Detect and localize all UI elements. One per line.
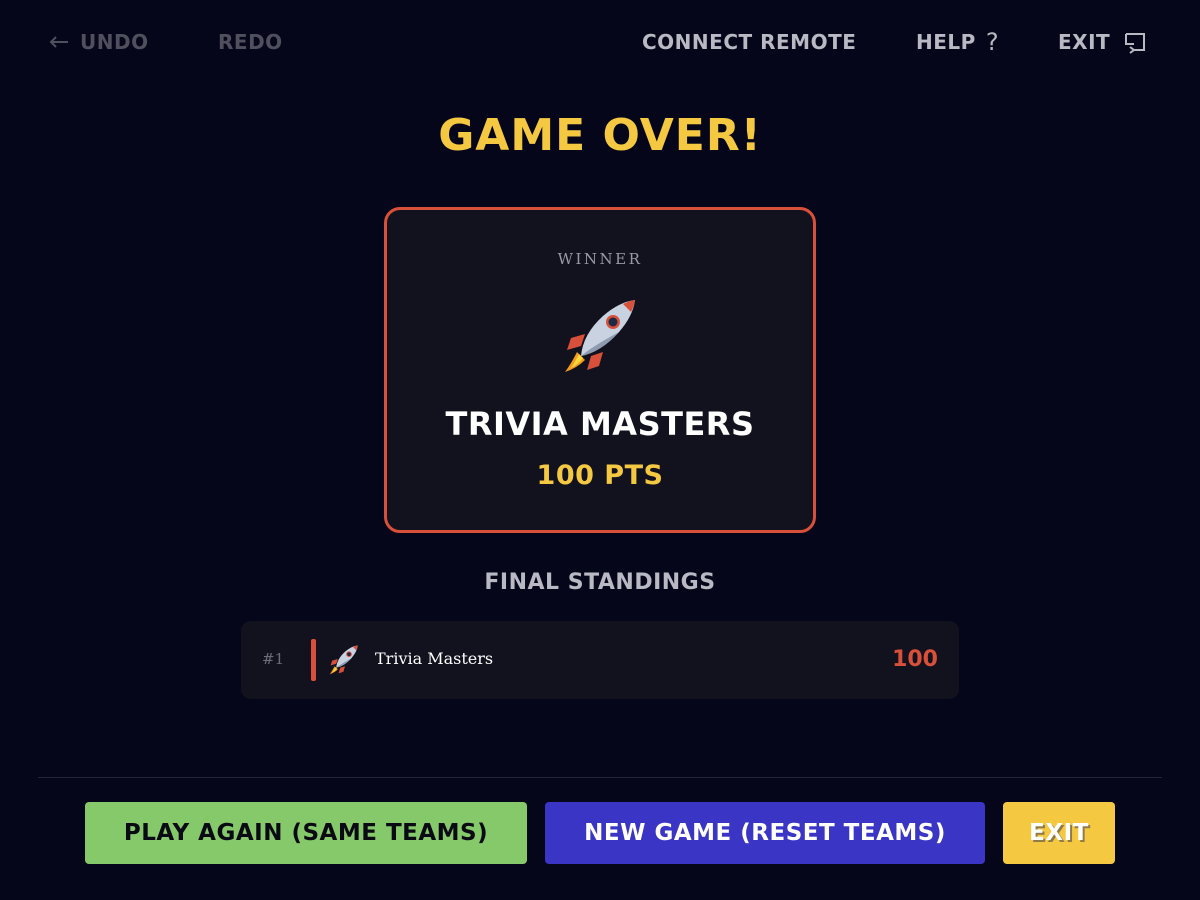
winner-card: WINNER TRIVIA MASTERS 100 PTS — [384, 207, 816, 533]
winner-label: WINNER — [557, 250, 643, 268]
redo-label: REDO — [218, 30, 283, 54]
rocket-icon — [563, 294, 643, 374]
help-label: HELP — [916, 30, 976, 54]
game-over-title: GAME OVER! — [438, 110, 762, 161]
final-standings-title: FINAL STANDINGS — [484, 570, 716, 595]
standings-row: #1 Trivia Masters 100 — [241, 621, 959, 699]
new-game-button[interactable]: NEW GAME (RESET TEAMS) — [545, 802, 985, 864]
arrow-left-icon — [48, 35, 70, 49]
connect-remote-label: CONNECT REMOTE — [642, 30, 857, 54]
standing-team-name: Trivia Masters — [375, 649, 494, 668]
top-bar: UNDO REDO CONNECT REMOTE HELP ? EXIT — [0, 0, 1200, 84]
exit-icon — [1120, 30, 1146, 54]
play-again-button[interactable]: PLAY AGAIN (SAME TEAMS) — [85, 802, 527, 864]
team-color-bar — [311, 639, 316, 681]
divider — [38, 777, 1162, 778]
undo-button[interactable]: UNDO — [48, 28, 149, 56]
standing-score: 100 — [892, 647, 938, 672]
rocket-icon — [329, 643, 361, 675]
winner-team-name: TRIVIA MASTERS — [445, 405, 755, 443]
connect-remote-button[interactable]: CONNECT REMOTE — [642, 28, 856, 56]
undo-label: UNDO — [80, 30, 149, 54]
exit-top-button[interactable]: EXIT — [1058, 28, 1146, 56]
winner-points: 100 PTS — [536, 460, 664, 491]
question-mark-icon: ? — [985, 28, 1000, 56]
help-button[interactable]: HELP ? — [916, 28, 999, 56]
exit-top-label: EXIT — [1058, 30, 1111, 54]
standing-rank: #1 — [262, 650, 285, 668]
redo-button[interactable]: REDO — [218, 28, 283, 56]
exit-button[interactable]: EXIT — [1003, 802, 1115, 864]
